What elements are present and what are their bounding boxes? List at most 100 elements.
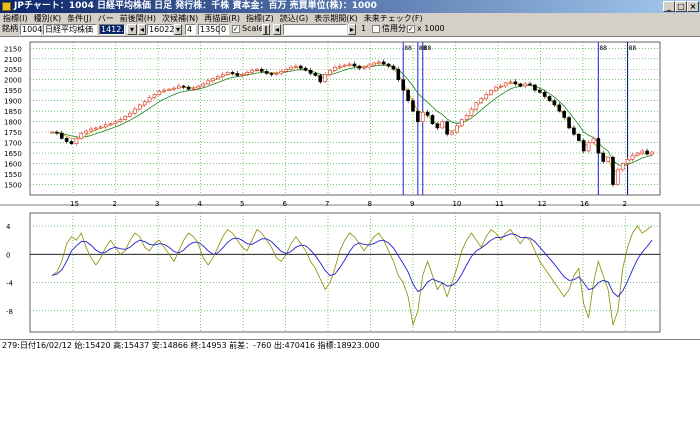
candle-body (396, 68, 401, 81)
close-icon[interactable]: × (687, 1, 699, 12)
y-tick-label: 1550 (4, 171, 22, 179)
month-label: 7 (325, 200, 329, 208)
candle-body (596, 138, 601, 154)
candle-body (586, 142, 591, 152)
candle-body (357, 65, 362, 69)
menu-item[interactable]: 再描画(R) (201, 13, 243, 24)
candle-body (435, 123, 440, 129)
menu-item[interactable]: 前後関(H) (117, 13, 159, 24)
candle-body (196, 85, 201, 89)
candle-body (269, 73, 274, 75)
candle-body (479, 98, 484, 104)
candle-body (445, 121, 449, 135)
chevron-down-icon[interactable]: ▾ (127, 24, 137, 35)
left-arrow-icon[interactable]: ◂ (138, 24, 146, 35)
candle-body (489, 89, 493, 95)
credit-checkbox[interactable] (372, 25, 380, 33)
step-left-icon[interactable]: ◂ (273, 24, 281, 35)
candle-body (157, 90, 162, 95)
menu-item[interactable]: 条件(J) (64, 13, 95, 24)
candle-body (474, 102, 479, 110)
maximize-icon[interactable]: □ (675, 1, 687, 12)
candle-body (552, 100, 557, 106)
candle-body (142, 101, 147, 106)
date-input[interactable]: 160226 (147, 24, 180, 35)
candle-body (313, 73, 318, 76)
candle-body (338, 65, 342, 68)
month-label: 16 (580, 200, 589, 208)
step-right-icon[interactable]: ▸ (348, 24, 356, 35)
candle-body (79, 132, 84, 139)
candle-body (425, 111, 430, 116)
span-input[interactable]: 4 (185, 24, 196, 35)
candle-body (225, 72, 230, 75)
chart-svg[interactable]: 1500155016001650170017501800185019001950… (0, 37, 700, 340)
offset-input[interactable]: 0 (219, 24, 229, 35)
menu-item[interactable]: 読込(G) (277, 13, 311, 24)
candle-body (59, 132, 64, 139)
candle-body (616, 169, 620, 185)
candle-body (191, 87, 196, 90)
candle-body (562, 110, 566, 118)
x-checkbox[interactable] (407, 25, 415, 33)
y-tick-label: 2100 (4, 56, 22, 64)
month-label: 6 (283, 200, 288, 208)
candle-body (455, 125, 459, 133)
candle-body (186, 86, 191, 90)
name-input[interactable]: 日経平均株価 (43, 24, 97, 35)
position-slider[interactable] (283, 24, 347, 35)
menu-item[interactable]: 種別(K) (31, 13, 65, 24)
y-tick-label: 2050 (4, 66, 22, 74)
menu-item[interactable]: 指標(Z) (243, 13, 277, 24)
scale-checkbox[interactable] (232, 25, 240, 33)
y-tick-label: 2150 (4, 45, 22, 53)
candle-body (206, 80, 210, 85)
candle-body (181, 85, 186, 88)
candle-body (216, 76, 220, 79)
menu-item[interactable]: 次候補(N) (159, 13, 201, 24)
candle-body (308, 69, 313, 74)
candle-body (406, 89, 410, 101)
selected-value-field[interactable]: 1412.16 (99, 24, 134, 35)
chart-area[interactable]: 1500 1550 1600 1650 1700 1750 1800 1850 1900 1950… (0, 36, 700, 339)
event-marker-label: 88 (404, 45, 412, 52)
event-marker-label: 88 (424, 45, 432, 52)
oscillator-tick-label: -8 (6, 308, 13, 316)
date-dropdown-icon[interactable]: ▾ (174, 24, 182, 35)
month-label: 11 (495, 200, 504, 208)
candle-body (245, 72, 249, 75)
month-label: 5 (240, 200, 244, 208)
candle-body (513, 81, 518, 85)
minimize-icon[interactable]: _ (663, 1, 675, 12)
menu-item[interactable]: バー (95, 13, 117, 24)
candle-body (230, 72, 235, 74)
candle-body (55, 131, 59, 134)
candle-body (298, 65, 303, 69)
candle-body (386, 63, 391, 67)
code-input[interactable]: 1004 (20, 24, 42, 35)
bars-input[interactable]: 1350 (198, 24, 220, 35)
menu-item[interactable]: 指標(I) (0, 13, 31, 24)
menu-item[interactable]: 表示期間(K) (311, 13, 361, 24)
candle-body (352, 63, 357, 67)
candle-body (377, 61, 381, 64)
candle-body (416, 110, 420, 122)
y-tick-label: 1900 (4, 98, 22, 106)
candle-body (367, 64, 371, 68)
pause-icon[interactable]: ‖ (262, 24, 270, 35)
x-label: x 1000 (417, 24, 445, 33)
candle-body (581, 140, 586, 152)
candle-body (508, 81, 513, 84)
fast-moving-average-line (51, 62, 653, 173)
candle-body (542, 92, 547, 97)
event-marker-label: 88 (629, 45, 637, 52)
candle-body (172, 87, 176, 90)
menu-item[interactable]: 未来チェック(F) (361, 13, 426, 24)
candle-body (411, 100, 415, 112)
candle-body (518, 83, 523, 87)
y-tick-label: 1600 (4, 161, 22, 169)
candle-body (498, 85, 503, 88)
candle-body (128, 112, 132, 117)
candle-body (69, 141, 74, 144)
candle-body (138, 104, 142, 110)
